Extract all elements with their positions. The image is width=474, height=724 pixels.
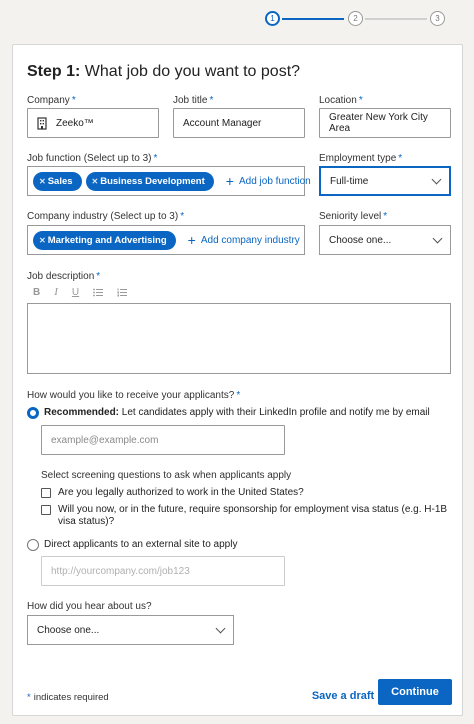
- receive-applicants-label: How would you like to receive your appli…: [27, 390, 241, 401]
- plus-icon: +: [187, 232, 196, 248]
- remove-icon[interactable]: ✕: [39, 177, 46, 186]
- job-function-pill-sales[interactable]: ✕ Sales: [33, 171, 82, 191]
- editor-toolbar: B I U: [33, 285, 128, 299]
- company-industry-pill-marketing[interactable]: ✕ Marketing and Advertising: [33, 230, 176, 250]
- screening-q2-label: Will you now, or in the future, require …: [58, 504, 448, 527]
- screening-q2-checkbox[interactable]: [41, 505, 51, 515]
- job-description-label: Job description *: [27, 271, 101, 282]
- radio-external-site-label: Direct applicants to an external site to…: [44, 539, 238, 550]
- continue-button[interactable]: Continue: [378, 679, 452, 705]
- chevron-down-icon: [215, 623, 226, 633]
- job-post-form-card: Step 1: What job do you want to post? Co…: [12, 44, 463, 716]
- job-function-pill-business-development[interactable]: ✕ Business Development: [85, 171, 214, 191]
- bold-icon[interactable]: B: [33, 287, 40, 298]
- save-draft-button[interactable]: Save a draft: [308, 685, 378, 707]
- job-title-field[interactable]: Account Manager: [173, 108, 305, 138]
- hear-about-select[interactable]: Choose one...: [27, 615, 234, 645]
- plus-icon: +: [225, 173, 234, 189]
- employment-type-select[interactable]: Full-time: [319, 166, 451, 196]
- required-note: * indicates required: [27, 692, 109, 703]
- radio-linkedin-apply-label: Recommended: Let candidates apply with t…: [44, 407, 430, 418]
- seniority-level-label: Seniority level *: [319, 211, 388, 222]
- company-industry-label: Company industry (Select up to 3) *: [27, 211, 185, 222]
- remove-icon[interactable]: ✕: [39, 236, 46, 245]
- italic-icon[interactable]: I: [54, 286, 58, 298]
- step-2-indicator: 2: [348, 11, 363, 26]
- screening-q1-checkbox[interactable]: [41, 488, 51, 498]
- step-connector: [365, 18, 427, 20]
- step-3-indicator: 3: [430, 11, 445, 26]
- add-company-industry-button[interactable]: + Add company industry: [188, 233, 300, 247]
- location-label: Location *: [319, 95, 363, 106]
- page-title: Step 1: What job do you want to post?: [27, 63, 301, 80]
- job-title-label: Job title *: [173, 95, 214, 106]
- chevron-down-icon: [431, 174, 442, 184]
- job-function-field[interactable]: ✕ Sales ✕ Business Development + Add job fu…: [27, 166, 311, 196]
- bulleted-list-icon[interactable]: [93, 288, 104, 297]
- company-label: Company *: [27, 95, 76, 106]
- seniority-level-select[interactable]: Choose one...: [319, 225, 451, 255]
- chevron-down-icon: [432, 233, 443, 243]
- add-job-function-button[interactable]: + Add job function: [226, 174, 311, 188]
- job-function-label: Job function (Select up to 3) *: [27, 153, 158, 164]
- screening-q1-label: Are you legally authorized to work in th…: [58, 487, 304, 498]
- radio-external-site[interactable]: [27, 539, 39, 551]
- remove-icon[interactable]: ✕: [92, 177, 99, 186]
- company-industry-field[interactable]: ✕ Marketing and Advertising + Add company …: [27, 225, 305, 255]
- step-connector-complete: [282, 18, 344, 20]
- step-1-indicator: 1: [265, 11, 280, 26]
- employment-type-label: Employment type *: [319, 153, 403, 164]
- external-url-field[interactable]: http://yourcompany.com/job123: [41, 556, 285, 586]
- building-icon: [37, 116, 47, 130]
- screening-questions-label: Select screening questions to ask when a…: [41, 470, 292, 481]
- company-field[interactable]: Zeeko™: [27, 108, 159, 138]
- hear-about-label: How did you hear about us?: [27, 601, 152, 612]
- numbered-list-icon[interactable]: [117, 288, 128, 297]
- location-field[interactable]: Greater New York City Area: [319, 108, 451, 138]
- email-field[interactable]: example@example.com: [41, 425, 285, 455]
- underline-icon[interactable]: U: [72, 287, 79, 298]
- radio-linkedin-apply[interactable]: [27, 407, 39, 419]
- progress-stepper: 1 2 3: [0, 9, 474, 29]
- job-description-textarea[interactable]: [27, 303, 451, 374]
